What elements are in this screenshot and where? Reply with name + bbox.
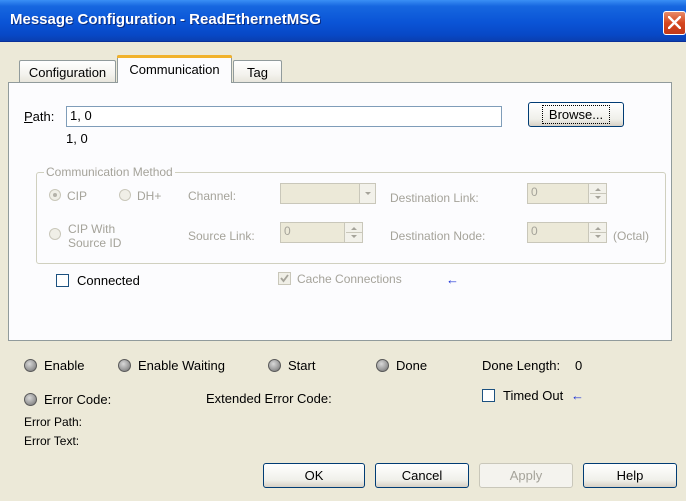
timed-out-checkbox[interactable] xyxy=(482,389,495,402)
done-indicator xyxy=(376,359,389,372)
window-title: Message Configuration - ReadEthernetMSG xyxy=(10,11,321,28)
channel-dropdown-arrow[interactable] xyxy=(359,184,375,203)
enable-waiting-label: Enable Waiting xyxy=(138,358,225,373)
destination-node-input[interactable]: 0 xyxy=(527,222,607,243)
cip-with-source-radio[interactable] xyxy=(49,228,61,240)
destination-link-label: Destination Link: xyxy=(390,191,479,205)
timed-out-label: Timed Out xyxy=(503,388,564,403)
tab-configuration[interactable]: Configuration xyxy=(19,60,116,83)
path-resolved: 1, 0 xyxy=(66,131,88,146)
close-icon xyxy=(668,16,681,29)
destination-node-value: 0 xyxy=(531,224,538,238)
close-button[interactable] xyxy=(663,11,686,35)
error-text-label: Error Text: xyxy=(24,434,80,448)
cip-radio[interactable] xyxy=(49,189,61,201)
path-input[interactable]: 1, 0 xyxy=(66,106,502,127)
cache-connections-checkbox[interactable] xyxy=(278,272,291,285)
dhplus-label: DH+ xyxy=(137,189,162,203)
error-code-indicator xyxy=(24,393,37,406)
error-path-label: Error Path: xyxy=(24,415,83,429)
done-length-label: Done Length: xyxy=(482,358,561,373)
checkmark-icon xyxy=(280,274,289,283)
start-indicator xyxy=(268,359,281,372)
ok-button[interactable]: OK xyxy=(263,463,365,488)
tab-tag[interactable]: Tag xyxy=(233,60,282,83)
timed-out-arrow-icon: ← xyxy=(571,388,584,403)
cache-connections-label: Cache Connections xyxy=(297,272,402,286)
channel-label: Channel: xyxy=(188,189,237,203)
cancel-button[interactable]: Cancel xyxy=(375,463,469,488)
destination-node-label: Destination Node: xyxy=(390,229,486,243)
dhplus-radio[interactable] xyxy=(119,189,131,201)
cip-with-source-label-2: Source ID xyxy=(68,236,122,250)
browse-button[interactable]: Browse... xyxy=(528,102,624,127)
source-link-input[interactable]: 0 xyxy=(280,222,363,243)
start-label: Start xyxy=(288,358,316,373)
enable-label: Enable xyxy=(44,358,85,373)
spinner-arrows-icon xyxy=(590,188,606,199)
source-link-value: 0 xyxy=(284,224,291,238)
cip-with-source-label-1: CIP With xyxy=(68,222,116,236)
channel-select[interactable] xyxy=(280,183,376,204)
enable-waiting-indicator xyxy=(118,359,131,372)
extended-error-code-label: Extended Error Code: xyxy=(206,391,332,406)
source-link-label: Source Link: xyxy=(188,229,255,243)
tab-communication[interactable]: Communication xyxy=(117,55,232,83)
destination-node-spinner[interactable] xyxy=(588,223,606,242)
help-button[interactable]: Help xyxy=(583,463,677,488)
path-label: Path: xyxy=(24,109,55,124)
cache-connections-arrow-icon: ← xyxy=(446,272,459,287)
connected-checkbox[interactable] xyxy=(56,274,69,287)
done-length-value: 0 xyxy=(575,358,583,373)
browse-label: Browse... xyxy=(541,105,611,124)
spinner-arrows-icon xyxy=(346,227,362,238)
communication-method-legend: Communication Method xyxy=(44,165,175,179)
chevron-down-icon xyxy=(365,192,371,195)
active-tab-highlight xyxy=(117,55,232,58)
destination-link-value: 0 xyxy=(531,185,538,199)
spinner-arrows-icon xyxy=(590,227,606,238)
destination-link-spinner[interactable] xyxy=(588,184,606,203)
enable-indicator xyxy=(24,359,37,372)
apply-button[interactable]: Apply xyxy=(479,463,573,488)
error-code-label: Error Code: xyxy=(44,392,112,407)
done-label: Done xyxy=(396,358,428,373)
connected-label: Connected xyxy=(77,273,140,288)
cip-label: CIP xyxy=(67,189,88,203)
octal-label: (Octal) xyxy=(613,229,649,243)
source-link-spinner[interactable] xyxy=(344,223,362,242)
destination-link-input[interactable]: 0 xyxy=(527,183,607,204)
